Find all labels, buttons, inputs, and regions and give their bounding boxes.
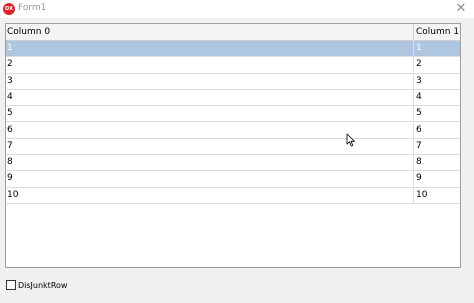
- table-cell[interactable]: 5: [6, 106, 414, 122]
- data-grid[interactable]: Column 0 Column 1 1 1 2 2 3 3 4 4 5 5 6 6 7 7 8 8 9 9 10 10: [5, 23, 461, 268]
- table-cell[interactable]: 8: [6, 155, 414, 171]
- grid-header: Column 0 Column 1: [6, 24, 460, 41]
- disjunkt-row-label[interactable]: DisJunktRow: [18, 281, 67, 290]
- table-cell[interactable]: 2: [6, 57, 414, 73]
- table-cell[interactable]: 2: [415, 57, 460, 72]
- table-cell[interactable]: 1: [6, 41, 414, 56]
- table-cell[interactable]: 10: [6, 187, 414, 203]
- table-cell[interactable]: 6: [415, 123, 460, 138]
- disjunkt-row-option[interactable]: DisJunktRow: [6, 279, 67, 291]
- table-row[interactable]: 88: [6, 155, 460, 172]
- table-row[interactable]: 44: [6, 89, 460, 107]
- table-row[interactable]: 10 10: [6, 187, 460, 204]
- table-cell[interactable]: 9: [415, 171, 460, 186]
- table-cell[interactable]: 5: [415, 106, 460, 121]
- table-cell[interactable]: 7: [415, 139, 460, 154]
- table-row[interactable]: 22: [6, 57, 460, 74]
- app-icon: DX: [3, 3, 15, 15]
- table-cell[interactable]: 9: [6, 171, 414, 187]
- column-header-1[interactable]: Column 1: [415, 24, 460, 41]
- close-icon: ✕: [455, 0, 467, 16]
- table-cell[interactable]: 4: [6, 89, 414, 105]
- table-row[interactable]: 66: [6, 122, 460, 139]
- column-header-0[interactable]: Column 0: [6, 24, 414, 41]
- table-cell[interactable]: 1: [415, 41, 460, 56]
- disjunkt-row-checkbox[interactable]: [6, 280, 16, 290]
- table-row[interactable]: 55: [6, 106, 460, 123]
- table-cell[interactable]: 4: [415, 90, 460, 105]
- mouse-cursor-icon: [346, 133, 355, 147]
- close-button[interactable]: ✕: [454, 1, 468, 15]
- table-row[interactable]: 33: [6, 73, 460, 90]
- window-title: Form1: [18, 3, 47, 13]
- table-row[interactable]: 99: [6, 171, 460, 188]
- form-client-area: Column 0 Column 1 1 1 2 2 3 3 4 4 5 5 6 6 7 7 8 8 9 9 10 10…: [0, 18, 474, 303]
- table-cell[interactable]: 3: [6, 73, 414, 89]
- table-cell[interactable]: 10: [415, 188, 460, 203]
- table-cell[interactable]: 8: [415, 155, 460, 170]
- table-row[interactable]: 11: [6, 41, 460, 58]
- table-row[interactable]: 77: [6, 138, 460, 156]
- title-bar: DX Form1 ✕: [0, 0, 474, 18]
- table-cell[interactable]: 3: [415, 74, 460, 89]
